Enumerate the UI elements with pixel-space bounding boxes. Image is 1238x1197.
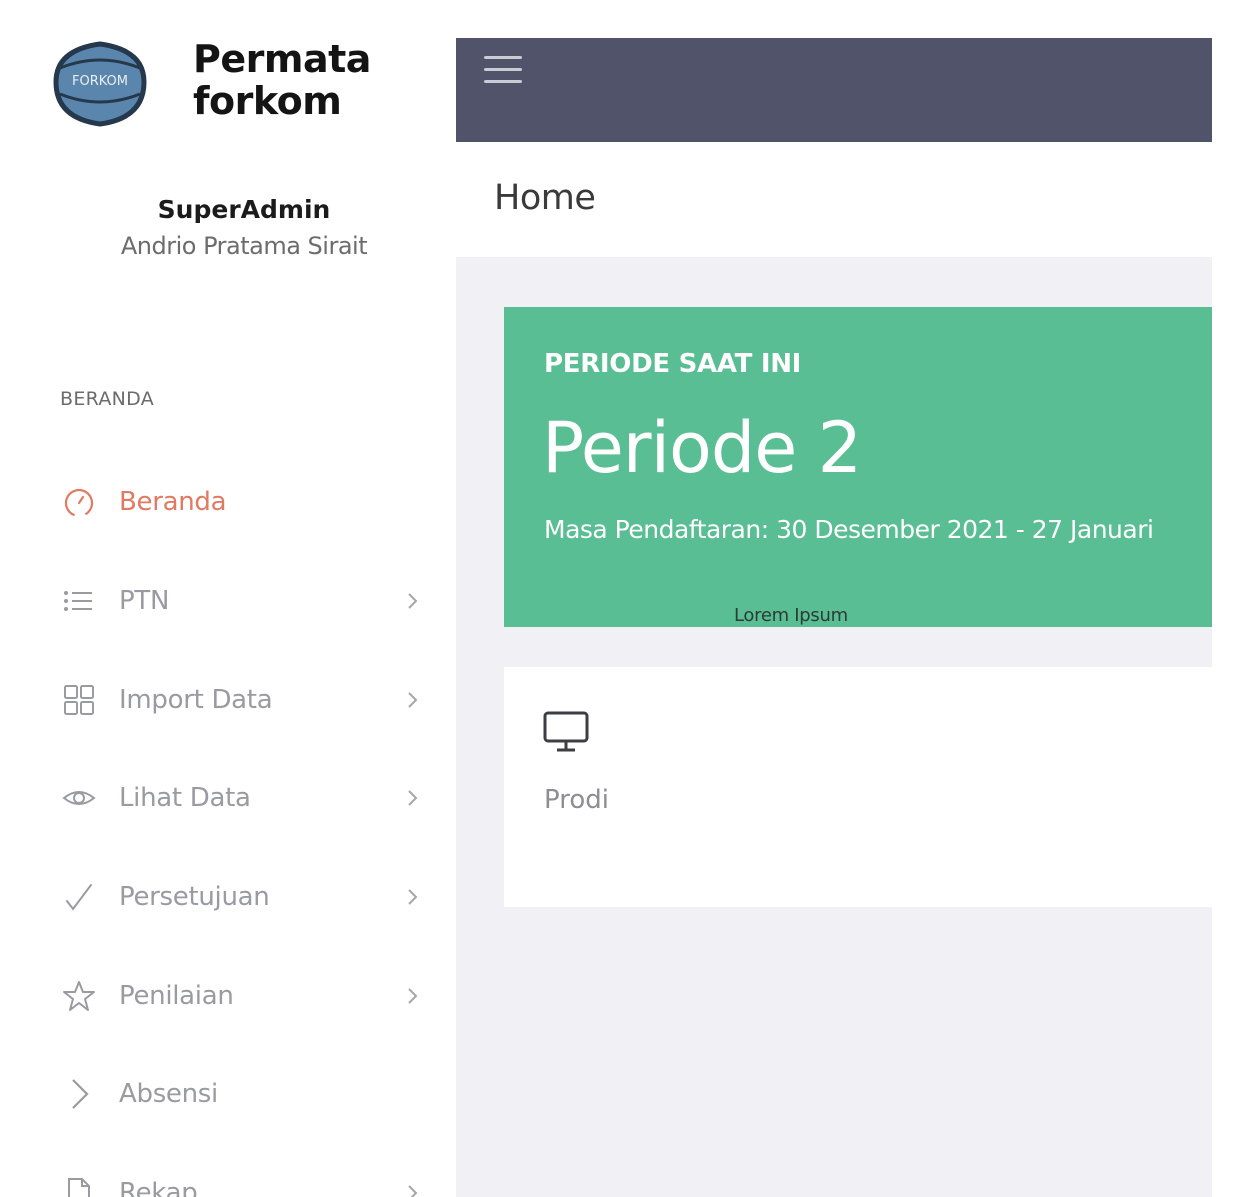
dashboard-icon <box>61 484 97 520</box>
prodi-label: Prodi <box>544 785 609 815</box>
brand-name: Permata forkom <box>193 38 371 122</box>
eye-icon <box>61 780 97 816</box>
current-period-card: PERIODE SAAT INI Periode 2 Masa Pendafta… <box>504 307 1212 627</box>
sidebar-item-lihat-data[interactable]: Lihat Data <box>44 749 456 848</box>
chevron-right-icon <box>408 593 418 609</box>
period-card-note: Lorem Ipsum <box>734 605 848 626</box>
sidebar-item-absensi[interactable]: Absensi <box>44 1045 456 1144</box>
prodi-card[interactable]: Prodi <box>504 667 1212 907</box>
sidebar: FORKOM Permata forkom SuperAdmin Andrio … <box>44 38 456 1197</box>
user-role: SuperAdmin <box>157 195 331 224</box>
sidebar-item-label: Lihat Data <box>119 783 251 814</box>
sidebar-item-label: Penilaian <box>119 980 234 1011</box>
star-icon <box>61 978 97 1014</box>
monitor-icon <box>543 711 589 752</box>
chevron-right-icon <box>408 889 418 905</box>
page-title: Home <box>494 178 596 218</box>
sidebar-item-label: Absensi <box>119 1079 218 1110</box>
sidebar-item-label: Persetujuan <box>119 882 270 913</box>
brand-name-line1: Permata <box>193 38 371 81</box>
chevron-right-icon <box>408 1185 418 1197</box>
grid-icon <box>61 682 97 718</box>
sidebar-item-label: PTN <box>119 586 170 617</box>
user-profile: SuperAdmin Andrio Pratama Sirait <box>44 194 444 266</box>
top-navbar <box>456 38 1212 142</box>
sidebar-menu: Beranda PTN Import Data Lihat Data Perse… <box>44 453 456 1197</box>
sidebar-item-persetujuan[interactable]: Persetujuan <box>44 848 456 947</box>
file-icon <box>61 1175 97 1197</box>
check-icon <box>61 879 97 915</box>
sidebar-section-heading: BERANDA <box>60 388 155 410</box>
period-card-value: Periode 2 <box>542 407 862 489</box>
menu-toggle-icon[interactable] <box>484 56 522 88</box>
period-card-label: PERIODE SAAT INI <box>544 349 802 379</box>
page-header: Home <box>456 142 1212 257</box>
chevron-right-icon <box>61 1076 97 1112</box>
sidebar-item-rekap[interactable]: Rekap <box>44 1144 456 1197</box>
registration-period: Masa Pendaftaran: 30 Desember 2021 - 27 … <box>544 515 1154 544</box>
chevron-right-icon <box>408 988 418 1004</box>
list-icon <box>61 583 97 619</box>
sidebar-item-beranda[interactable]: Beranda <box>44 453 456 552</box>
svg-text:FORKOM: FORKOM <box>72 74 128 89</box>
brand-name-line2: forkom <box>193 79 342 123</box>
sidebar-item-label: Import Data <box>119 684 273 715</box>
sidebar-item-import-data[interactable]: Import Data <box>44 650 456 749</box>
user-name: Andrio Pratama Sirait <box>120 232 368 260</box>
sidebar-item-label: Rekap <box>119 1178 198 1197</box>
forkom-logo-icon: FORKOM <box>53 41 147 127</box>
sidebar-item-ptn[interactable]: PTN <box>44 552 456 651</box>
chevron-right-icon <box>408 692 418 708</box>
brand[interactable]: FORKOM Permata forkom <box>48 38 448 138</box>
chevron-right-icon <box>408 790 418 807</box>
sidebar-item-label: Beranda <box>119 487 227 518</box>
main-content: PERIODE SAAT INI Periode 2 Masa Pendafta… <box>456 257 1212 1197</box>
sidebar-item-penilaian[interactable]: Penilaian <box>44 946 456 1045</box>
